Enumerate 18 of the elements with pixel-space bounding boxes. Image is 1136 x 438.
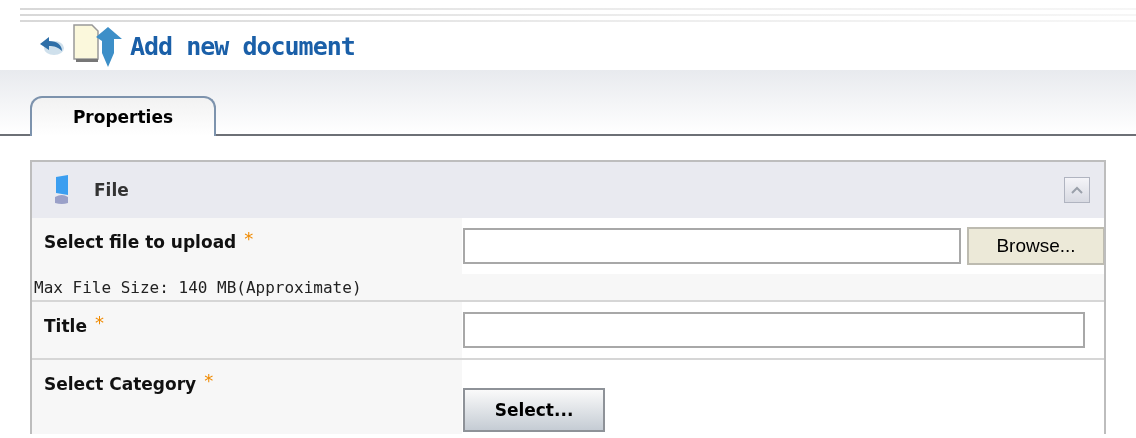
required-mark: * xyxy=(244,228,254,249)
document-upload-icon xyxy=(72,23,124,69)
collapse-button[interactable] xyxy=(1064,177,1090,203)
max-file-size-note: Max File Size: 140 MB(Approximate) xyxy=(33,277,362,297)
page-title: Add new document xyxy=(130,31,355,61)
select-button[interactable]: Select... xyxy=(463,388,605,432)
required-mark: * xyxy=(204,370,214,391)
properties-tab[interactable]: Properties xyxy=(30,96,216,136)
panel-title: File xyxy=(94,180,130,200)
file-path-field[interactable] xyxy=(463,228,961,264)
browse-button[interactable]: Browse... xyxy=(967,227,1104,265)
field-label: Select file to upload xyxy=(44,231,237,252)
chevron-up-icon xyxy=(1070,185,1084,195)
field-label: Title xyxy=(44,315,87,336)
required-mark: * xyxy=(94,312,104,333)
back-arrow-icon[interactable] xyxy=(38,35,66,57)
field-label: Select Category xyxy=(44,373,197,394)
title-field[interactable] xyxy=(463,312,1085,348)
